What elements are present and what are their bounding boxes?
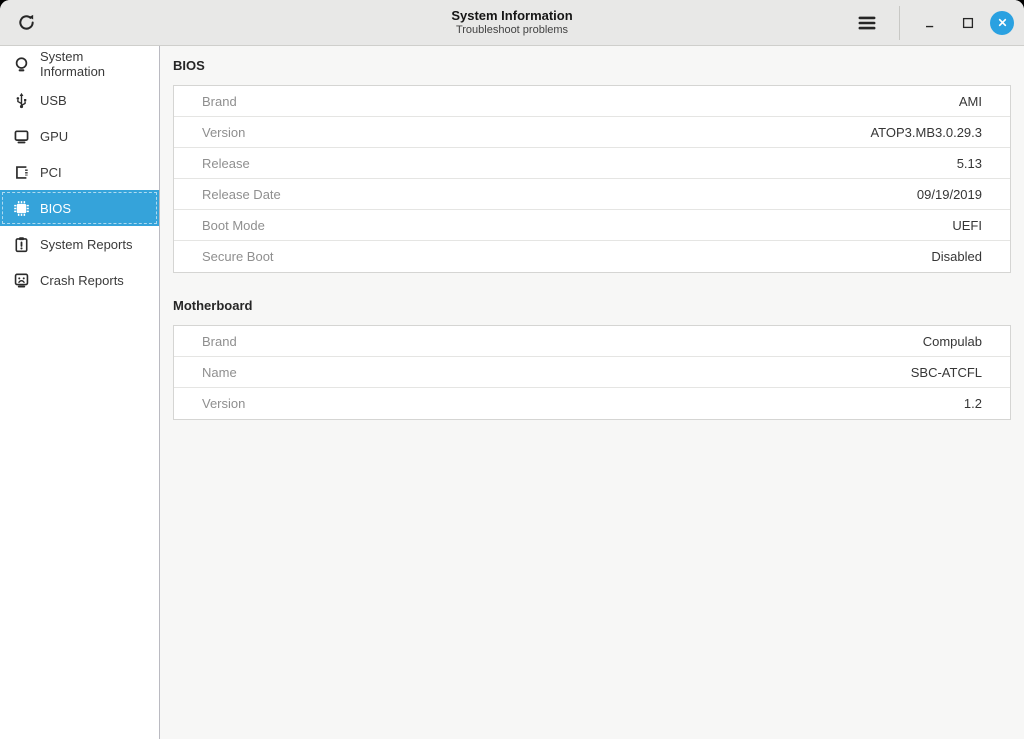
table-row: Version 1.2 <box>174 388 1010 419</box>
titlebar: System Information Troubleshoot problems <box>0 0 1024 46</box>
maximize-button[interactable] <box>952 7 984 39</box>
table-row: Release 5.13 <box>174 148 1010 179</box>
table-row: Name SBC-ATCFL <box>174 357 1010 388</box>
sidebar-item-bios[interactable]: BIOS <box>0 190 159 226</box>
window-title: System Information <box>451 8 572 24</box>
row-label: Brand <box>202 94 237 109</box>
sidebar-item-gpu[interactable]: GPU <box>0 118 159 154</box>
minimize-icon <box>922 15 938 31</box>
section-heading: Motherboard <box>173 299 1011 313</box>
hamburger-menu-button[interactable] <box>851 7 883 39</box>
crash-face-icon <box>12 271 30 289</box>
sidebar-item-label: PCI <box>40 165 62 180</box>
close-icon <box>995 15 1010 30</box>
row-label: Version <box>202 396 245 411</box>
row-label: Release Date <box>202 187 281 202</box>
close-button[interactable] <box>990 11 1014 35</box>
window-subtitle: Troubleshoot problems <box>451 24 572 38</box>
sidebar-item-label: GPU <box>40 129 68 144</box>
lightbulb-icon <box>12 55 30 73</box>
sidebar-item-label: Crash Reports <box>40 273 124 288</box>
pci-card-icon <box>12 163 30 181</box>
sidebar-item-pci[interactable]: PCI <box>0 154 159 190</box>
table-row: Secure Boot Disabled <box>174 241 1010 272</box>
sidebar-item-label: System Information <box>40 49 151 79</box>
titlebar-controls <box>851 6 1014 40</box>
section-motherboard: Motherboard Brand Compulab Name SBC-ATCF… <box>173 299 1011 420</box>
sidebar-item-label: USB <box>40 93 67 108</box>
minimize-button[interactable] <box>914 7 946 39</box>
row-value: 09/19/2019 <box>917 187 982 202</box>
app-window: System Information Troubleshoot problems <box>0 0 1024 739</box>
sidebar-item-usb[interactable]: USB <box>0 82 159 118</box>
usb-icon <box>12 91 30 109</box>
titlebar-separator <box>899 6 900 40</box>
row-value: Compulab <box>923 334 982 349</box>
sidebar-item-label: BIOS <box>40 201 71 216</box>
row-value: 1.2 <box>964 396 982 411</box>
row-label: Boot Mode <box>202 218 265 233</box>
row-value: Disabled <box>931 249 982 264</box>
content-area: BIOS Brand AMI Version ATOP3.MB3.0.29.3 … <box>160 46 1024 739</box>
hamburger-menu-icon <box>856 12 878 34</box>
table-row: Brand Compulab <box>174 326 1010 357</box>
sidebar-item-system-information[interactable]: System Information <box>0 46 159 82</box>
row-label: Secure Boot <box>202 249 274 264</box>
row-value: 5.13 <box>957 156 982 171</box>
section-heading: BIOS <box>173 59 1011 73</box>
chip-icon <box>12 199 30 217</box>
table-row: Brand AMI <box>174 86 1010 117</box>
sidebar-item-system-reports[interactable]: System Reports <box>0 226 159 262</box>
table-row: Version ATOP3.MB3.0.29.3 <box>174 117 1010 148</box>
sidebar: System Information USB GPU PCI BIOS Syst… <box>0 46 160 739</box>
key-value-table: Brand Compulab Name SBC-ATCFL Version 1.… <box>173 325 1011 420</box>
app-body: System Information USB GPU PCI BIOS Syst… <box>0 46 1024 739</box>
sidebar-item-label: System Reports <box>40 237 132 252</box>
row-label: Version <box>202 125 245 140</box>
table-row: Release Date 09/19/2019 <box>174 179 1010 210</box>
row-value: ATOP3.MB3.0.29.3 <box>870 125 982 140</box>
section-bios: BIOS Brand AMI Version ATOP3.MB3.0.29.3 … <box>173 59 1011 273</box>
row-value: SBC-ATCFL <box>911 365 982 380</box>
display-icon <box>12 127 30 145</box>
clipboard-alert-icon <box>12 235 30 253</box>
row-value: UEFI <box>952 218 982 233</box>
row-label: Brand <box>202 334 237 349</box>
refresh-button[interactable] <box>10 7 42 39</box>
titlebar-title-block: System Information Troubleshoot problems <box>451 8 572 38</box>
row-label: Release <box>202 156 250 171</box>
maximize-icon <box>960 15 976 31</box>
row-label: Name <box>202 365 237 380</box>
table-row: Boot Mode UEFI <box>174 210 1010 241</box>
refresh-icon <box>17 13 36 32</box>
key-value-table: Brand AMI Version ATOP3.MB3.0.29.3 Relea… <box>173 85 1011 273</box>
row-value: AMI <box>959 94 982 109</box>
sidebar-item-crash-reports[interactable]: Crash Reports <box>0 262 159 298</box>
